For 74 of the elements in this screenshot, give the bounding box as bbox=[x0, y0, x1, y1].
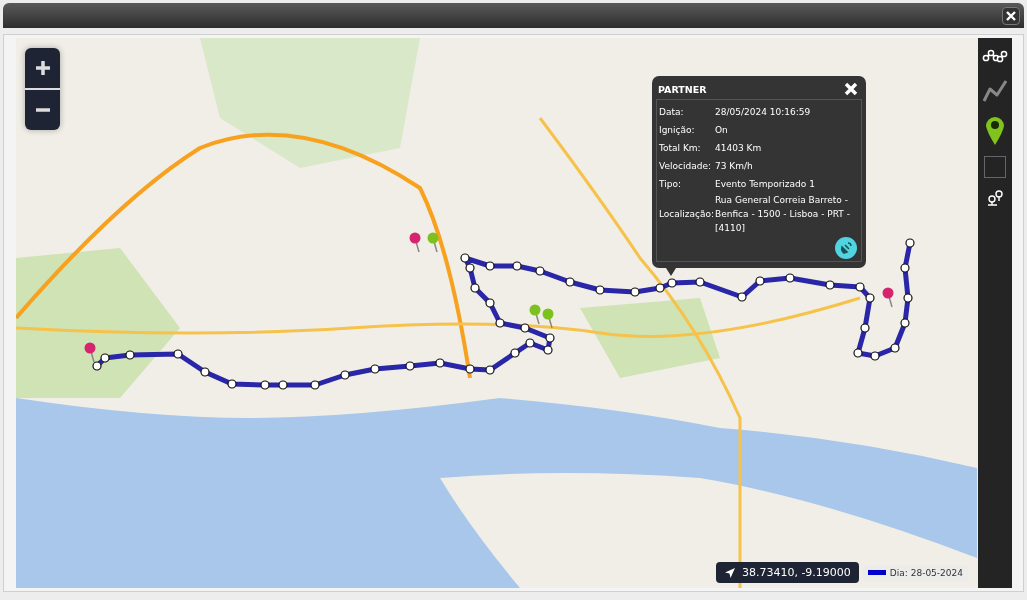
route-point[interactable] bbox=[485, 261, 495, 271]
route-point[interactable] bbox=[470, 283, 480, 293]
route-point[interactable] bbox=[495, 318, 505, 328]
route-point[interactable] bbox=[870, 351, 880, 361]
route-point[interactable] bbox=[125, 350, 135, 360]
route-point[interactable] bbox=[860, 323, 870, 333]
route-point[interactable] bbox=[825, 280, 835, 290]
route-point[interactable] bbox=[310, 380, 320, 390]
route-point[interactable] bbox=[535, 266, 545, 276]
route-point[interactable] bbox=[512, 261, 522, 271]
close-button[interactable] bbox=[1002, 6, 1020, 25]
route-point[interactable] bbox=[485, 298, 495, 308]
field-value: 28/05/2024 10:16:59 bbox=[715, 106, 811, 119]
map-pin-icon[interactable] bbox=[882, 287, 894, 308]
route-point[interactable] bbox=[565, 277, 575, 287]
route-point[interactable] bbox=[667, 278, 677, 288]
route-point[interactable] bbox=[465, 364, 475, 374]
map-pin-icon[interactable] bbox=[84, 342, 96, 363]
route-point[interactable] bbox=[855, 282, 865, 292]
field-value: Rua General Correia Barreto - Benfica - 1500 - Lisboa - PRT - [4110] bbox=[715, 194, 851, 235]
route-point[interactable] bbox=[510, 348, 520, 358]
route-point[interactable] bbox=[890, 343, 900, 353]
route-point[interactable] bbox=[435, 358, 445, 368]
coordinates-text: 38.73410, -9.19000 bbox=[741, 566, 851, 579]
field-label: Ignição: bbox=[659, 125, 696, 135]
close-icon bbox=[844, 82, 858, 96]
route-point[interactable] bbox=[92, 361, 102, 371]
route-point[interactable] bbox=[900, 318, 910, 328]
field-value: 41403 Km bbox=[715, 142, 762, 155]
field-label: Tipo: bbox=[659, 179, 682, 189]
route-point[interactable] bbox=[227, 379, 237, 389]
route-point[interactable] bbox=[595, 285, 605, 295]
route-point[interactable] bbox=[695, 277, 705, 287]
route-point[interactable] bbox=[865, 293, 875, 303]
route-point[interactable] bbox=[100, 353, 110, 363]
route-point[interactable] bbox=[405, 361, 415, 371]
field-value: Evento Temporizado 1 bbox=[715, 178, 815, 191]
legend-label: Dia: 28-05-2024 bbox=[889, 567, 963, 578]
route-point[interactable] bbox=[755, 276, 765, 286]
map-pin-icon[interactable] bbox=[409, 232, 421, 253]
popup-title: PARTNER bbox=[658, 83, 707, 95]
route-point[interactable] bbox=[173, 349, 183, 359]
route-point[interactable] bbox=[370, 364, 380, 374]
close-icon bbox=[1006, 10, 1016, 21]
route-point[interactable] bbox=[900, 263, 910, 273]
route-point[interactable] bbox=[525, 338, 535, 348]
checkbox[interactable] bbox=[982, 154, 1008, 180]
route-point[interactable] bbox=[853, 348, 863, 358]
satellite-dish-icon bbox=[839, 241, 853, 255]
route-point[interactable] bbox=[905, 238, 915, 248]
satellite-button[interactable] bbox=[835, 237, 857, 259]
route-point[interactable] bbox=[545, 333, 555, 343]
route-point[interactable] bbox=[543, 345, 553, 355]
field-label: Total Km: bbox=[659, 143, 702, 153]
field-label: Localização: bbox=[659, 209, 715, 219]
route-point[interactable] bbox=[785, 273, 795, 283]
route-point[interactable] bbox=[200, 367, 210, 377]
route-point[interactable] bbox=[655, 283, 665, 293]
route-point[interactable] bbox=[278, 380, 288, 390]
route-point[interactable] bbox=[737, 292, 747, 302]
field-value: On bbox=[715, 124, 728, 137]
route-point[interactable] bbox=[630, 287, 640, 297]
field-value: 73 Km/h bbox=[715, 160, 753, 173]
navigation-arrow-icon bbox=[723, 566, 736, 579]
field-label: Data: bbox=[659, 107, 685, 117]
route-point[interactable] bbox=[485, 365, 495, 375]
route-point[interactable] bbox=[520, 323, 530, 333]
route-point[interactable] bbox=[903, 293, 913, 303]
route-point[interactable] bbox=[460, 253, 470, 263]
route-point[interactable] bbox=[260, 380, 270, 390]
plus-icon bbox=[34, 60, 51, 76]
field-label: Velocidade: bbox=[659, 161, 712, 171]
route-point[interactable] bbox=[465, 263, 475, 273]
route-point[interactable] bbox=[340, 370, 350, 380]
